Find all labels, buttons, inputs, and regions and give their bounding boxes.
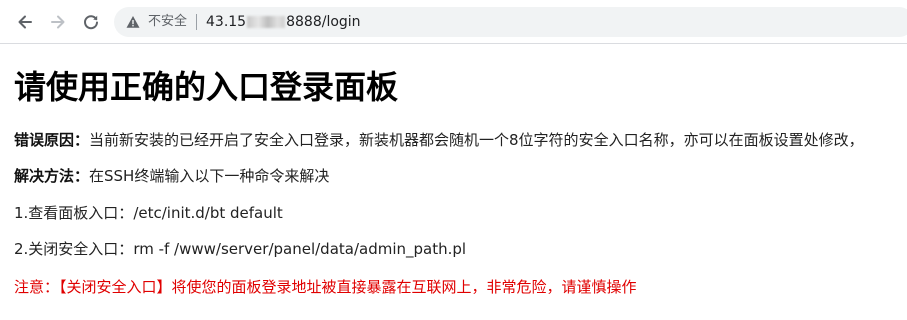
forward-arrow-icon[interactable] bbox=[47, 11, 69, 33]
command-text: rm -f /www/server/panel/data/admin_path.… bbox=[133, 240, 467, 258]
error-reason-text: 当前新安装的已经开启了安全入口登录，新装机器都会随机一个8位字符的安全入口名称，… bbox=[89, 131, 864, 149]
page-content: 请使用正确的入口登录面板 错误原因：当前新安装的已经开启了安全入口登录，新装机器… bbox=[0, 45, 907, 320]
reload-icon[interactable] bbox=[80, 11, 102, 33]
not-secure-label[interactable]: 不安全 bbox=[148, 7, 187, 37]
solution-text: 在SSH终端输入以下一种命令来解决 bbox=[89, 167, 330, 185]
solution-line: 解决方法：在SSH终端输入以下一种命令来解决 bbox=[14, 165, 329, 187]
warning-text: 注意：【关闭安全入口】将使您的面板登录地址被直接暴露在互联网上，非常危险，请谨慎… bbox=[14, 278, 637, 296]
command-line-2: 2.关闭安全入口：rm -f /www/server/panel/data/ad… bbox=[14, 238, 466, 260]
command-label: 2.关闭安全入口： bbox=[14, 240, 134, 258]
command-text: /etc/init.d/bt default bbox=[133, 204, 283, 222]
error-reason-label: 错误原因： bbox=[14, 131, 90, 149]
browser-toolbar: 不安全 43.15 8888/login bbox=[0, 0, 907, 44]
warning-triangle-icon[interactable] bbox=[126, 15, 140, 29]
command-label: 1.查看面板入口： bbox=[14, 204, 134, 222]
page-title: 请使用正确的入口登录面板 bbox=[14, 68, 399, 106]
solution-label: 解决方法： bbox=[14, 167, 90, 185]
omnibox-divider bbox=[196, 14, 197, 30]
url-prefix: 43.15 bbox=[206, 14, 247, 30]
redacted-ip-segment bbox=[247, 16, 286, 28]
url-suffix: 8888/login bbox=[286, 14, 361, 30]
url-text[interactable]: 43.15 8888/login bbox=[206, 7, 361, 37]
back-arrow-icon[interactable] bbox=[14, 11, 36, 33]
error-reason-line: 错误原因：当前新安装的已经开启了安全入口登录，新装机器都会随机一个8位字符的安全… bbox=[14, 129, 864, 151]
command-line-1: 1.查看面板入口：/etc/init.d/bt default bbox=[14, 202, 283, 224]
address-bar[interactable]: 不安全 43.15 8888/login bbox=[114, 7, 907, 37]
